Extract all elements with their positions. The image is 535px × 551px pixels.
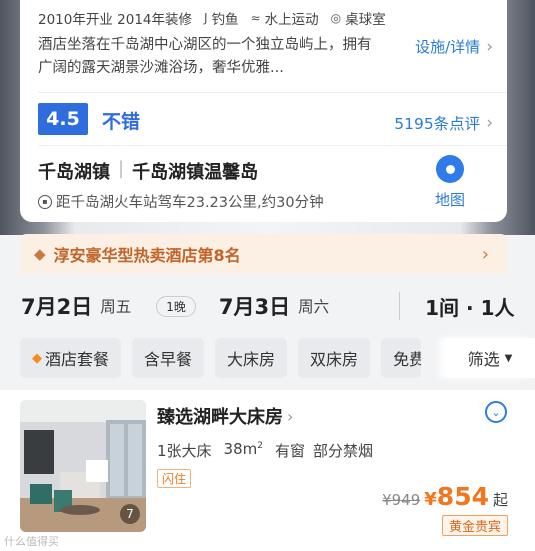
tag-icon: ◆: [32, 350, 42, 366]
billiards-icon: ◎: [330, 11, 342, 25]
fishing-icon: J: [204, 11, 208, 25]
checkout-date[interactable]: 7月3日: [219, 291, 290, 321]
expand-chevron-icon[interactable]: ⌄: [485, 401, 507, 423]
filter-chip-twin-bed[interactable]: 双床房: [298, 338, 371, 378]
separator: |: [118, 158, 125, 179]
room-name[interactable]: 臻选湖畔大床房 ›: [157, 403, 293, 429]
facilities-details-link[interactable]: 设施/详情 ›: [415, 36, 493, 57]
rating-score-badge[interactable]: 4.5: [38, 103, 88, 135]
chevron-right-icon: ›: [486, 113, 493, 133]
filter-button[interactable]: 筛选 ▼: [445, 338, 535, 378]
facility-list: 2010年开业 2014年装修 J 钓鱼 ≈ 水上运动 ◎ 桌球室: [38, 8, 386, 28]
facility-fishing: J 钓鱼: [204, 11, 239, 28]
chevron-right-icon: ›: [287, 406, 294, 426]
ranking-banner[interactable]: ◆ 淳安豪华型热卖酒店第8名 ›: [20, 234, 507, 274]
caret-down-icon: ▼: [504, 352, 513, 364]
location-title: 千岛湖镇 | 千岛湖镇温馨岛: [38, 158, 259, 183]
nights-badge: 1晚: [156, 295, 196, 317]
chevron-right-icon: ›: [486, 36, 493, 57]
room-area: 38m2: [223, 440, 263, 458]
stay-date-bar[interactable]: 7月2日 周五 1晚 7月3日 周六 1间 · 1人: [0, 286, 535, 326]
location-distance: ▪ 距千岛湖火车站驾车23.23公里,约30分钟: [38, 191, 324, 212]
filter-chip-king-bed[interactable]: 大床房: [215, 338, 288, 378]
price-row: ¥949 ¥854 起: [382, 482, 508, 511]
original-price: ¥949: [382, 491, 421, 509]
room-card[interactable]: 7 臻选湖畔大床房 › ⌄ 1张大床 38m2 有窗 部分禁烟 闪住 ¥949 …: [0, 390, 535, 551]
hotel-info-card: 2010年开业 2014年装修 J 钓鱼 ≈ 水上运动 ◎ 桌球室 酒店坐落在千…: [20, 0, 507, 222]
chevron-right-icon: ›: [481, 243, 489, 265]
divider: [38, 145, 507, 146]
facility-water-sports: ≈ 水上运动: [250, 11, 319, 28]
watermark: 什么值得买: [4, 535, 59, 548]
map-pin-icon: [436, 155, 464, 183]
room-photo[interactable]: 7: [20, 400, 146, 532]
filter-bar: ◆ 酒店套餐 含早餐 大床房 双床房 免费 筛选 ▼: [20, 338, 535, 378]
rating-label[interactable]: 不错: [102, 107, 140, 134]
rooms-guests-selector[interactable]: 1间 · 1人: [425, 292, 514, 321]
filter-chip-breakfast[interactable]: 含早餐: [132, 338, 205, 378]
facility-billiards: ◎ 桌球室: [330, 11, 386, 28]
hotel-description: 酒店坐落在千岛湖中心湖区的一个独立岛屿上，拥有广阔的露天湖景沙滩浴场，奢华优雅.…: [38, 37, 372, 76]
map-button[interactable]: 地图: [425, 155, 475, 210]
diamond-icon: ◆: [34, 245, 46, 263]
filter-chip-free[interactable]: 免费: [381, 338, 422, 378]
checkin-weekday: 周五: [100, 298, 132, 316]
facility-opening: 2010年开业 2014年装修: [38, 12, 193, 28]
member-tier-badge: 黄金贵宾: [441, 515, 508, 536]
flash-stay-badge: 闪住: [157, 469, 192, 488]
photo-count-badge: 7: [120, 504, 140, 524]
price-suffix: 起: [492, 491, 508, 509]
room-specs: 1张大床 38m2 有窗 部分禁烟: [157, 440, 374, 460]
filter-chip-package[interactable]: ◆ 酒店套餐: [20, 338, 122, 378]
reviews-link[interactable]: 5195条点评 ›: [394, 112, 493, 134]
car-icon: ▪: [38, 194, 52, 209]
checkin-date[interactable]: 7月2日: [21, 291, 92, 321]
water-sports-icon: ≈: [250, 11, 261, 25]
current-price: ¥854: [424, 482, 489, 511]
divider: [38, 92, 507, 93]
divider: [399, 292, 401, 320]
checkout-weekday: 周六: [298, 298, 330, 316]
